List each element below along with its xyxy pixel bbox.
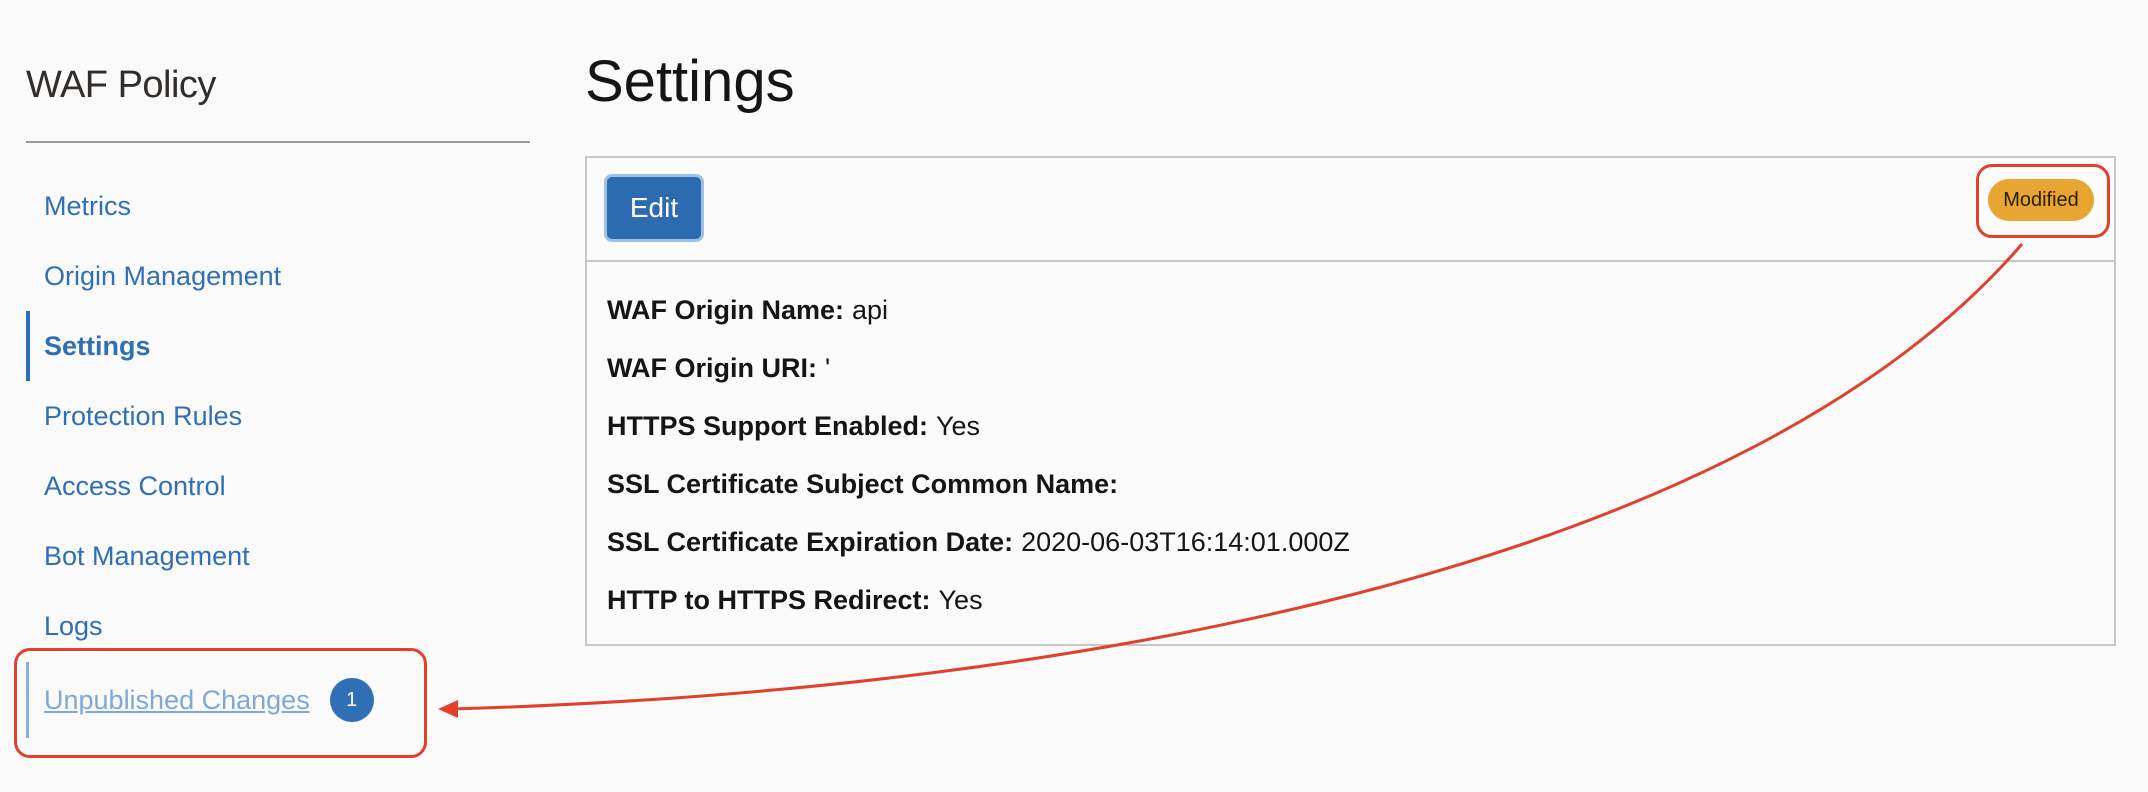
detail-row-origin-name: WAF Origin Name: api [607,290,2114,348]
detail-row-http-redirect: HTTP to HTTPS Redirect: Yes [607,580,2114,638]
sidebar-item-label: Access Control [44,470,226,501]
edit-button[interactable]: Edit [607,177,701,239]
sidebar-item-protection-rules[interactable]: Protection Rules [26,391,526,441]
annotation-highlight-modified [1976,164,2110,238]
sidebar-title: WAF Policy [26,64,216,106]
sidebar-item-label: Metrics [44,190,131,221]
detail-row-ssl-expiration: SSL Certificate Expiration Date: 2020-06-… [607,522,2114,580]
settings-details: WAF Origin Name: api WAF Origin URI: ' HTT… [587,262,2114,638]
page-title: Settings [585,49,795,114]
annotation-highlight-unpublished [14,648,427,758]
detail-row-https-support: HTTPS Support Enabled: Yes [607,406,2114,464]
detail-key: SSL Certificate Subject Common Name: [607,469,1119,499]
sidebar-item-metrics[interactable]: Metrics [26,181,526,231]
detail-value: 2020-06-03T16:14:01.000Z [1021,527,1350,557]
sidebar-item-settings[interactable]: Settings [26,311,530,381]
detail-key: SSL Certificate Expiration Date: [607,527,1014,557]
sidebar-item-origin-management[interactable]: Origin Management [26,251,526,301]
detail-key: HTTPS Support Enabled: [607,411,928,441]
sidebar-item-label: Bot Management [44,540,250,571]
sidebar-item-label: Settings [44,330,151,361]
settings-panel: Edit Modified WAF Origin Name: api WAF Or… [585,156,2116,646]
detail-key: WAF Origin Name: [607,295,845,325]
panel-toolbar: Edit Modified [587,158,2114,262]
detail-value: Yes [936,411,981,441]
sidebar-item-logs[interactable]: Logs [26,601,526,651]
sidebar-item-label: Origin Management [44,260,282,291]
detail-row-origin-uri: WAF Origin URI: ' [607,348,2114,406]
sidebar-divider [26,141,530,143]
sidebar-item-label: Logs [44,610,103,641]
detail-key: HTTP to HTTPS Redirect: [607,585,931,615]
detail-value: ' [824,353,831,383]
sidebar-item-access-control[interactable]: Access Control [26,461,526,511]
detail-row-ssl-common-name: SSL Certificate Subject Common Name: [607,464,2114,522]
detail-value: Yes [938,585,983,615]
detail-value: api [852,295,889,325]
sidebar-item-label: Protection Rules [44,400,243,431]
detail-key: WAF Origin URI: [607,353,817,383]
sidebar-item-bot-management[interactable]: Bot Management [26,531,526,581]
